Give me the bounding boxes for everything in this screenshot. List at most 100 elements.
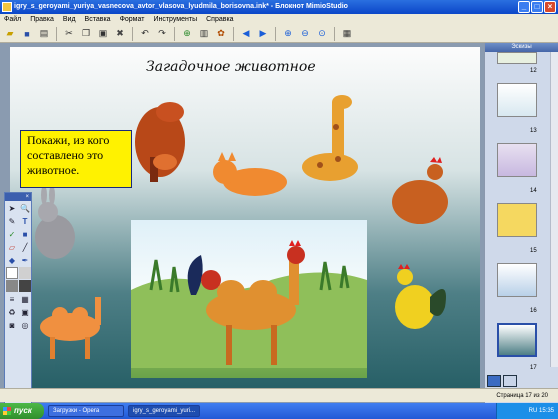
line-width-icon[interactable]: ≡ bbox=[6, 293, 18, 305]
system-tray: RU 15:35 bbox=[496, 403, 558, 419]
toolbar-divider bbox=[132, 26, 133, 41]
thumbnail-14[interactable] bbox=[497, 143, 537, 177]
app-icon bbox=[2, 2, 12, 12]
zoom-out-icon[interactable]: ⊖ bbox=[298, 27, 312, 41]
print-icon[interactable]: ▤ bbox=[37, 27, 51, 41]
cat-image[interactable] bbox=[213, 152, 287, 196]
status-bar: Страница 17 из 20 bbox=[0, 388, 558, 402]
language-indicator[interactable]: RU bbox=[529, 408, 538, 414]
rooster-image[interactable] bbox=[395, 264, 446, 329]
transparency-icon[interactable]: ▦ bbox=[19, 293, 31, 305]
color-swatch-icon[interactable] bbox=[6, 267, 18, 279]
menu-edit[interactable]: Правка bbox=[30, 14, 54, 25]
paste-icon[interactable]: ▣ bbox=[96, 27, 110, 41]
panel-header: Эскизы bbox=[485, 43, 558, 52]
slide-title: Загадочное животное bbox=[146, 59, 316, 75]
start-label: пуск bbox=[14, 406, 32, 415]
toolbar: ▰ ■ ▤ ✂ ❐ ▣ ✖ ↶ ↷ ⊕ ▥ ✿ ◀ ▶ ⊕ ⊖ ⊙ ▦ bbox=[0, 25, 558, 43]
start-button[interactable]: пуск bbox=[0, 403, 44, 419]
windows-flag-icon bbox=[3, 407, 11, 415]
panel-scrollbar[interactable] bbox=[550, 52, 558, 367]
recycle-icon[interactable]: ♻ bbox=[6, 306, 18, 318]
text-tool-icon[interactable]: T bbox=[19, 215, 31, 227]
gallery-view-icon[interactable] bbox=[503, 375, 517, 387]
thumbnail-13[interactable] bbox=[497, 83, 537, 117]
shape-tool-icon[interactable]: ■ bbox=[19, 228, 31, 240]
eraser-tool-icon[interactable]: ▱ bbox=[6, 241, 18, 253]
open-icon[interactable]: ▰ bbox=[3, 27, 17, 41]
hen-image[interactable] bbox=[392, 157, 448, 224]
camel-image[interactable] bbox=[40, 297, 101, 359]
title-bar: igry_s_geroyami_yuriya_vasnecova_avtor_v… bbox=[0, 0, 558, 14]
clock: 15:35 bbox=[538, 408, 554, 414]
camel-rooster-picture[interactable] bbox=[131, 220, 367, 378]
pen-tool-icon[interactable]: ✎ bbox=[6, 215, 18, 227]
thumbnail-15[interactable] bbox=[497, 203, 537, 237]
maximize-button[interactable]: □ bbox=[531, 1, 543, 13]
zoom-fit-icon[interactable]: ⊙ bbox=[315, 27, 329, 41]
spotlight-icon[interactable]: ◎ bbox=[19, 319, 31, 331]
color-swatch-icon[interactable] bbox=[19, 267, 31, 279]
toolbar-divider bbox=[174, 26, 175, 41]
zoom-in-icon[interactable]: ⊕ bbox=[281, 27, 295, 41]
thumbnail-17[interactable] bbox=[497, 323, 537, 357]
thumbnail-16[interactable] bbox=[497, 263, 537, 297]
thumbnail-panel: Эскизы 12 13 14 15 16 17 bbox=[484, 43, 558, 403]
thumbnail-number: 17 bbox=[530, 365, 537, 371]
present-icon[interactable]: ▦ bbox=[340, 27, 354, 41]
cut-icon[interactable]: ✂ bbox=[62, 27, 76, 41]
thumbnail-number: 15 bbox=[530, 248, 537, 254]
rabbit-image[interactable] bbox=[35, 185, 75, 259]
toolbar-divider bbox=[56, 26, 57, 41]
thumbnails-view-icon[interactable] bbox=[487, 375, 501, 387]
next-page-icon[interactable]: ▶ bbox=[256, 27, 270, 41]
taskbar: пуск Загрузки - Opera igry_s_geroyami_yu… bbox=[0, 403, 558, 419]
toolbar-divider bbox=[275, 26, 276, 41]
close-button[interactable]: × bbox=[544, 1, 556, 13]
camera-icon[interactable]: ◙ bbox=[6, 319, 18, 331]
color-swatch-icon[interactable] bbox=[6, 280, 18, 292]
menu-file[interactable]: Файл bbox=[4, 14, 21, 25]
menu-bar: Файл Правка Вид Вставка Формат Инструмен… bbox=[0, 14, 558, 25]
thumbnail-number: 14 bbox=[530, 188, 537, 194]
prev-page-icon[interactable]: ◀ bbox=[239, 27, 253, 41]
thumbnail-number: 16 bbox=[530, 308, 537, 314]
menu-insert[interactable]: Вставка bbox=[85, 14, 111, 25]
thumbnail-number: 12 bbox=[530, 68, 537, 74]
undo-icon[interactable]: ↶ bbox=[138, 27, 152, 41]
page-indicator: Страница 17 из 20 bbox=[496, 393, 548, 399]
gallery-icon[interactable]: ✿ bbox=[214, 27, 228, 41]
highlighter-tool-icon[interactable]: ✓ bbox=[6, 228, 18, 240]
giraffe-image[interactable] bbox=[302, 95, 358, 181]
menu-view[interactable]: Вид bbox=[63, 14, 76, 25]
fill-tool-icon[interactable]: ◆ bbox=[6, 254, 18, 266]
callout-box[interactable]: Покажи, из кого составлено это животное. bbox=[20, 130, 132, 188]
save-icon[interactable]: ■ bbox=[20, 27, 34, 41]
line-tool-icon[interactable]: ╱ bbox=[19, 241, 31, 253]
taskbar-item-mimio[interactable]: igry_s_geroyami_yuri... bbox=[128, 405, 200, 417]
color-swatch-icon[interactable] bbox=[19, 280, 31, 292]
page-icon[interactable]: ▥ bbox=[197, 27, 211, 41]
toolbox-close-icon[interactable]: × bbox=[5, 193, 31, 201]
menu-help[interactable]: Справка bbox=[206, 14, 233, 25]
toolbar-divider bbox=[334, 26, 335, 41]
window-title: igry_s_geroyami_yuriya_vasnecova_avtor_v… bbox=[14, 3, 348, 10]
thumbnail-number: 13 bbox=[530, 128, 537, 134]
zoom-tool-icon[interactable]: 🔍 bbox=[19, 202, 31, 214]
redo-icon[interactable]: ↷ bbox=[155, 27, 169, 41]
select-tool-icon[interactable]: ➤ bbox=[6, 202, 18, 214]
mimio-toolbox: × ➤ 🔍 ✎ T ✓ ■ ▱ ╱ ◆ ✒ ≡ ▦ ♻ ▣ ◙ ◎ bbox=[4, 192, 32, 404]
thumbnail-12[interactable] bbox=[497, 52, 537, 64]
camel-rooster-art bbox=[131, 240, 367, 368]
delete-icon[interactable]: ✖ bbox=[113, 27, 127, 41]
dragon-horse-image[interactable] bbox=[135, 102, 185, 182]
minimize-button[interactable]: _ bbox=[518, 1, 530, 13]
taskbar-item-opera[interactable]: Загрузки - Opera bbox=[48, 405, 124, 417]
menu-tools[interactable]: Инструменты bbox=[153, 14, 197, 25]
new-page-icon[interactable]: ⊕ bbox=[180, 27, 194, 41]
ink-tool-icon[interactable]: ✒ bbox=[19, 254, 31, 266]
copy-icon[interactable]: ❐ bbox=[79, 27, 93, 41]
menu-format[interactable]: Формат bbox=[120, 14, 145, 25]
screen-icon[interactable]: ▣ bbox=[19, 306, 31, 318]
toolbar-divider bbox=[233, 26, 234, 41]
